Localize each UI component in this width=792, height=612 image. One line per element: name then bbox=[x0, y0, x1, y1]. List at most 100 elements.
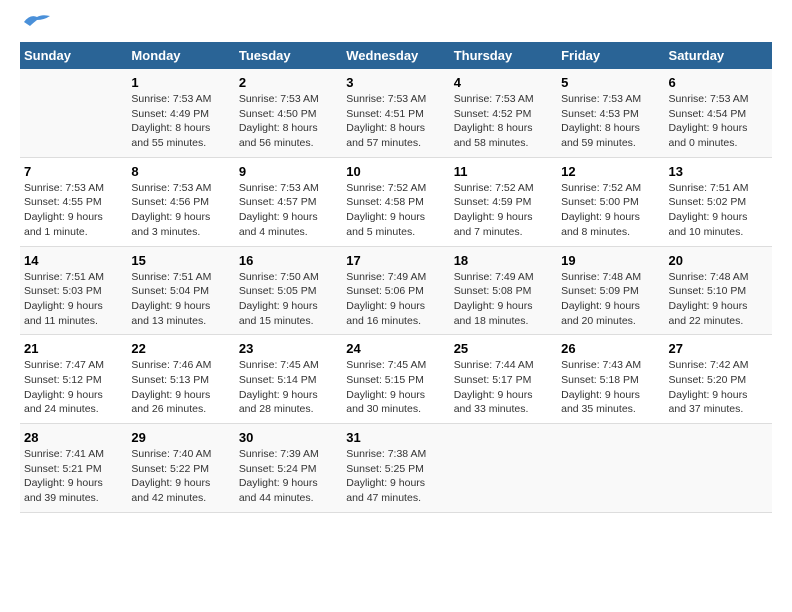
day-number: 4 bbox=[454, 75, 553, 90]
calendar-cell: 6Sunrise: 7:53 AM Sunset: 4:54 PM Daylig… bbox=[665, 69, 772, 157]
calendar-cell: 15 Sunrise: 7:51 AM Sunset: 5:04 PM Dayli… bbox=[127, 246, 234, 335]
day-info: Sunrise: 7:52 AM Sunset: 5:00 PM Dayligh… bbox=[561, 181, 660, 240]
day-number: 11 bbox=[454, 164, 553, 179]
day-info: Sunrise: 7:47 AM Sunset: 5:12 PM Dayligh… bbox=[24, 358, 123, 417]
day-number: 2 bbox=[239, 75, 338, 90]
calendar-cell bbox=[20, 69, 127, 157]
week-row-2: 7Sunrise: 7:53 AM Sunset: 4:55 PM Daylig… bbox=[20, 157, 772, 246]
calendar-cell bbox=[557, 424, 664, 513]
logo-bird-icon bbox=[22, 12, 52, 32]
calendar-cell: 23Sunrise: 7:45 AM Sunset: 5:14 PM Dayli… bbox=[235, 335, 342, 424]
day-number: 9 bbox=[239, 164, 338, 179]
day-info: Sunrise: 7:49 AM Sunset: 5:08 PM Dayligh… bbox=[454, 270, 553, 329]
day-info: Sunrise: 7:51 AM Sunset: 5:02 PM Dayligh… bbox=[669, 181, 768, 240]
day-number: 3 bbox=[346, 75, 445, 90]
week-row-4: 21 Sunrise: 7:47 AM Sunset: 5:12 PM Dayli… bbox=[20, 335, 772, 424]
header-wednesday: Wednesday bbox=[342, 42, 449, 69]
day-info: Sunrise: 7:43 AM Sunset: 5:18 PM Dayligh… bbox=[561, 358, 660, 417]
day-info: Sunrise: 7:51 AM Sunset: 5:04 PM Dayligh… bbox=[131, 270, 230, 329]
week-row-3: 14 Sunrise: 7:51 AM Sunset: 5:03 PM Dayli… bbox=[20, 246, 772, 335]
day-info: Sunrise: 7:53 AM Sunset: 4:53 PM Dayligh… bbox=[561, 92, 660, 151]
day-number: 20 bbox=[669, 253, 768, 268]
calendar-cell: 14 Sunrise: 7:51 AM Sunset: 5:03 PM Dayli… bbox=[20, 246, 127, 335]
header-thursday: Thursday bbox=[450, 42, 557, 69]
day-number: 29 bbox=[131, 430, 230, 445]
day-info: Sunrise: 7:41 AM Sunset: 5:21 PM Dayligh… bbox=[24, 447, 123, 506]
calendar-cell: 8 Sunrise: 7:53 AM Sunset: 4:56 PM Daylig… bbox=[127, 157, 234, 246]
day-info: Sunrise: 7:38 AM Sunset: 5:25 PM Dayligh… bbox=[346, 447, 445, 506]
day-number: 22 bbox=[131, 341, 230, 356]
calendar-cell: 28 Sunrise: 7:41 AM Sunset: 5:21 PM Dayli… bbox=[20, 424, 127, 513]
day-info: Sunrise: 7:46 AM Sunset: 5:13 PM Dayligh… bbox=[131, 358, 230, 417]
calendar-cell: 13Sunrise: 7:51 AM Sunset: 5:02 PM Dayli… bbox=[665, 157, 772, 246]
day-number: 19 bbox=[561, 253, 660, 268]
calendar-cell: 2 Sunrise: 7:53 AM Sunset: 4:50 PM Daylig… bbox=[235, 69, 342, 157]
day-number: 12 bbox=[561, 164, 660, 179]
calendar-cell: 24 Sunrise: 7:45 AM Sunset: 5:15 PM Dayli… bbox=[342, 335, 449, 424]
calendar-cell: 29 Sunrise: 7:40 AM Sunset: 5:22 PM Dayli… bbox=[127, 424, 234, 513]
day-number: 8 bbox=[131, 164, 230, 179]
calendar-cell: 18 Sunrise: 7:49 AM Sunset: 5:08 PM Dayli… bbox=[450, 246, 557, 335]
day-info: Sunrise: 7:53 AM Sunset: 4:50 PM Dayligh… bbox=[239, 92, 338, 151]
day-number: 28 bbox=[24, 430, 123, 445]
calendar-cell bbox=[665, 424, 772, 513]
day-number: 18 bbox=[454, 253, 553, 268]
day-number: 14 bbox=[24, 253, 123, 268]
day-info: Sunrise: 7:51 AM Sunset: 5:03 PM Dayligh… bbox=[24, 270, 123, 329]
day-number: 21 bbox=[24, 341, 123, 356]
day-info: Sunrise: 7:53 AM Sunset: 4:57 PM Dayligh… bbox=[239, 181, 338, 240]
day-info: Sunrise: 7:52 AM Sunset: 4:59 PM Dayligh… bbox=[454, 181, 553, 240]
calendar-cell: 11 Sunrise: 7:52 AM Sunset: 4:59 PM Dayli… bbox=[450, 157, 557, 246]
header-tuesday: Tuesday bbox=[235, 42, 342, 69]
day-info: Sunrise: 7:45 AM Sunset: 5:15 PM Dayligh… bbox=[346, 358, 445, 417]
day-info: Sunrise: 7:40 AM Sunset: 5:22 PM Dayligh… bbox=[131, 447, 230, 506]
calendar-cell: 21 Sunrise: 7:47 AM Sunset: 5:12 PM Dayli… bbox=[20, 335, 127, 424]
calendar-cell: 25 Sunrise: 7:44 AM Sunset: 5:17 PM Dayli… bbox=[450, 335, 557, 424]
day-number: 1 bbox=[131, 75, 230, 90]
calendar-cell: 22 Sunrise: 7:46 AM Sunset: 5:13 PM Dayli… bbox=[127, 335, 234, 424]
day-info: Sunrise: 7:53 AM Sunset: 4:51 PM Dayligh… bbox=[346, 92, 445, 151]
calendar-cell: 31 Sunrise: 7:38 AM Sunset: 5:25 PM Dayli… bbox=[342, 424, 449, 513]
day-info: Sunrise: 7:49 AM Sunset: 5:06 PM Dayligh… bbox=[346, 270, 445, 329]
calendar-cell: 12 Sunrise: 7:52 AM Sunset: 5:00 PM Dayli… bbox=[557, 157, 664, 246]
day-number: 24 bbox=[346, 341, 445, 356]
day-number: 16 bbox=[239, 253, 338, 268]
calendar-cell: 17 Sunrise: 7:49 AM Sunset: 5:06 PM Dayli… bbox=[342, 246, 449, 335]
day-info: Sunrise: 7:42 AM Sunset: 5:20 PM Dayligh… bbox=[669, 358, 768, 417]
calendar-cell: 26 Sunrise: 7:43 AM Sunset: 5:18 PM Dayli… bbox=[557, 335, 664, 424]
day-info: Sunrise: 7:50 AM Sunset: 5:05 PM Dayligh… bbox=[239, 270, 338, 329]
day-number: 27 bbox=[669, 341, 768, 356]
day-info: Sunrise: 7:52 AM Sunset: 4:58 PM Dayligh… bbox=[346, 181, 445, 240]
calendar-cell: 20 Sunrise: 7:48 AM Sunset: 5:10 PM Dayli… bbox=[665, 246, 772, 335]
calendar-cell: 3 Sunrise: 7:53 AM Sunset: 4:51 PM Daylig… bbox=[342, 69, 449, 157]
page-header bbox=[20, 20, 772, 32]
day-number: 10 bbox=[346, 164, 445, 179]
day-info: Sunrise: 7:53 AM Sunset: 4:56 PM Dayligh… bbox=[131, 181, 230, 240]
day-number: 7 bbox=[24, 164, 123, 179]
day-number: 5 bbox=[561, 75, 660, 90]
day-number: 17 bbox=[346, 253, 445, 268]
calendar-cell: 30Sunrise: 7:39 AM Sunset: 5:24 PM Dayli… bbox=[235, 424, 342, 513]
week-row-5: 28 Sunrise: 7:41 AM Sunset: 5:21 PM Dayli… bbox=[20, 424, 772, 513]
header-sunday: Sunday bbox=[20, 42, 127, 69]
calendar-cell: 10 Sunrise: 7:52 AM Sunset: 4:58 PM Dayli… bbox=[342, 157, 449, 246]
logo bbox=[20, 20, 52, 32]
day-info: Sunrise: 7:53 AM Sunset: 4:54 PM Dayligh… bbox=[669, 92, 768, 151]
day-info: Sunrise: 7:53 AM Sunset: 4:52 PM Dayligh… bbox=[454, 92, 553, 151]
day-info: Sunrise: 7:48 AM Sunset: 5:10 PM Dayligh… bbox=[669, 270, 768, 329]
calendar-cell: 4 Sunrise: 7:53 AM Sunset: 4:52 PM Daylig… bbox=[450, 69, 557, 157]
day-number: 25 bbox=[454, 341, 553, 356]
week-row-1: 1 Sunrise: 7:53 AM Sunset: 4:49 PM Daylig… bbox=[20, 69, 772, 157]
day-number: 31 bbox=[346, 430, 445, 445]
calendar-cell: 5 Sunrise: 7:53 AM Sunset: 4:53 PM Daylig… bbox=[557, 69, 664, 157]
header-friday: Friday bbox=[557, 42, 664, 69]
calendar-cell: 9 Sunrise: 7:53 AM Sunset: 4:57 PM Daylig… bbox=[235, 157, 342, 246]
calendar-cell bbox=[450, 424, 557, 513]
calendar-cell: 19 Sunrise: 7:48 AM Sunset: 5:09 PM Dayli… bbox=[557, 246, 664, 335]
day-number: 26 bbox=[561, 341, 660, 356]
day-info: Sunrise: 7:44 AM Sunset: 5:17 PM Dayligh… bbox=[454, 358, 553, 417]
day-info: Sunrise: 7:53 AM Sunset: 4:49 PM Dayligh… bbox=[131, 92, 230, 151]
day-number: 15 bbox=[131, 253, 230, 268]
header-saturday: Saturday bbox=[665, 42, 772, 69]
day-info: Sunrise: 7:48 AM Sunset: 5:09 PM Dayligh… bbox=[561, 270, 660, 329]
